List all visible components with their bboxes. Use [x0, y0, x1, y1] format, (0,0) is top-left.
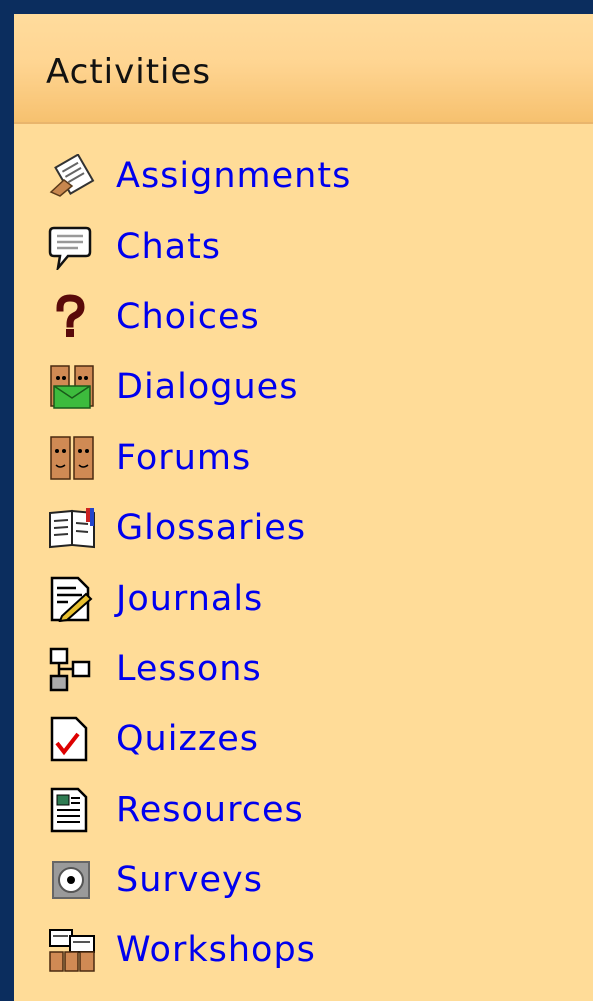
- workshop-icon: [48, 926, 106, 974]
- link-quizzes[interactable]: Quizzes: [116, 719, 259, 759]
- link-assignments[interactable]: Assignments: [116, 156, 351, 196]
- link-forums[interactable]: Forums: [116, 438, 251, 478]
- link-lessons[interactable]: Lessons: [116, 649, 262, 689]
- block-title: Activities: [46, 52, 212, 92]
- chat-icon: [48, 223, 106, 271]
- block-header: Activities: [14, 14, 593, 124]
- glossary-icon: [48, 504, 106, 552]
- lesson-icon: [48, 645, 106, 693]
- dialogue-icon: [48, 363, 106, 411]
- list-item-dialogues: Dialogues: [14, 352, 351, 422]
- resource-icon: [48, 786, 106, 834]
- assignment-icon: [48, 152, 106, 200]
- link-glossaries[interactable]: Glossaries: [116, 508, 306, 548]
- list-item-chats: Chats: [14, 211, 351, 281]
- link-dialogues[interactable]: Dialogues: [116, 367, 298, 407]
- link-workshops[interactable]: Workshops: [116, 930, 316, 970]
- journal-icon: [48, 575, 106, 623]
- activities-block: Activities Assignments Chats Choices Dia…: [14, 14, 593, 1001]
- survey-icon: [48, 856, 106, 904]
- list-item-resources: Resources: [14, 775, 351, 845]
- list-item-workshops: Workshops: [14, 915, 351, 985]
- list-item-choices: Choices: [14, 282, 351, 352]
- link-choices[interactable]: Choices: [116, 297, 260, 337]
- list-item-forums: Forums: [14, 423, 351, 493]
- link-chats[interactable]: Chats: [116, 227, 221, 267]
- link-journals[interactable]: Journals: [116, 579, 263, 619]
- list-item-assignments: Assignments: [14, 141, 351, 211]
- forum-icon: [48, 434, 106, 482]
- list-item-surveys: Surveys: [14, 845, 351, 915]
- link-resources[interactable]: Resources: [116, 790, 304, 830]
- link-surveys[interactable]: Surveys: [116, 860, 263, 900]
- list-item-quizzes: Quizzes: [14, 704, 351, 774]
- list-item-lessons: Lessons: [14, 634, 351, 704]
- page-frame: Activities Assignments Chats Choices Dia…: [0, 0, 593, 1001]
- list-item-journals: Journals: [14, 563, 351, 633]
- list-item-glossaries: Glossaries: [14, 493, 351, 563]
- question-icon: [48, 293, 106, 341]
- quiz-icon: [48, 715, 106, 763]
- activity-list: Assignments Chats Choices Dialogues Foru…: [14, 141, 351, 986]
